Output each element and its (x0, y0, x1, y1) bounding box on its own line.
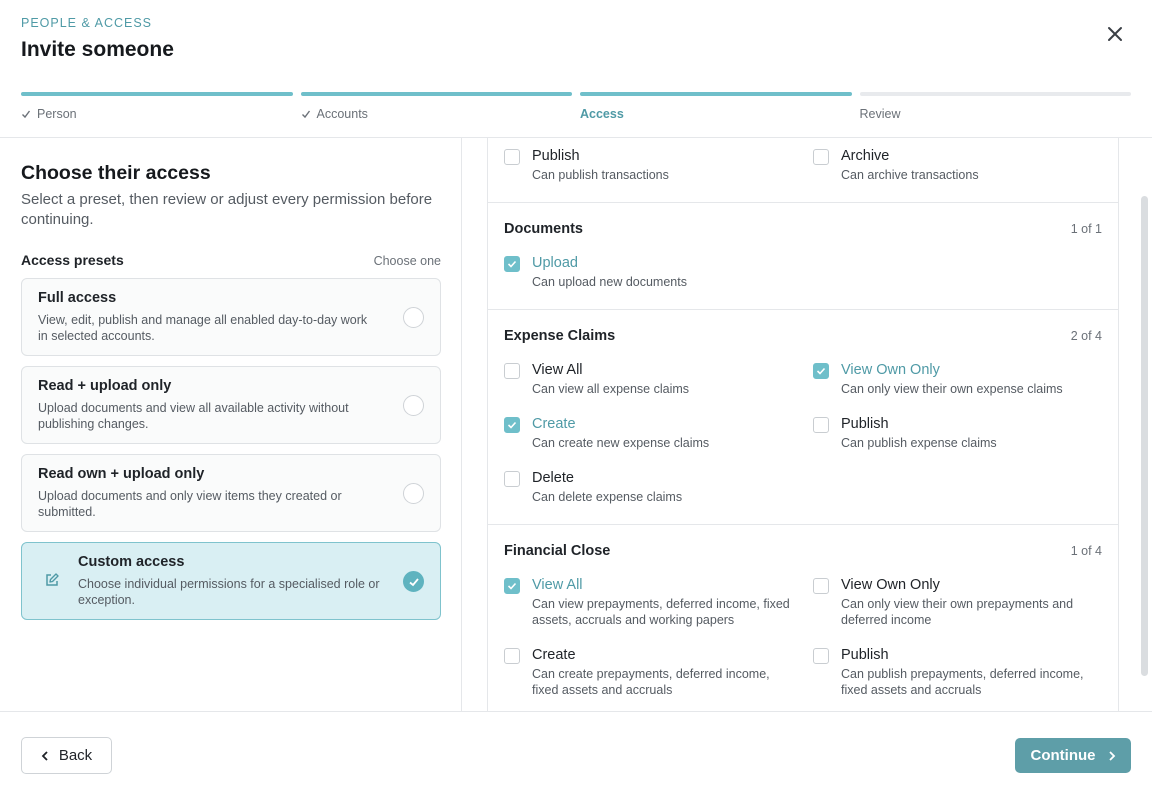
close-icon (1108, 27, 1122, 41)
panel-description: Select a preset, then review or adjust e… (21, 191, 433, 228)
edit-icon (46, 573, 59, 586)
section-count: 2 of 4 (1070, 329, 1102, 343)
check-icon (507, 260, 517, 268)
perm-publish-transactions[interactable]: Publish Can publish transactions (504, 146, 794, 183)
section-title: Expense Claims (504, 328, 616, 344)
preset-radio[interactable] (403, 483, 424, 504)
preset-read-upload[interactable]: Read + upload only Upload documents and … (21, 366, 441, 444)
step-access[interactable]: Access (580, 92, 852, 122)
checkbox[interactable] (813, 149, 829, 165)
checkbox[interactable] (813, 417, 829, 433)
checkbox[interactable] (504, 363, 520, 379)
step-bar (580, 92, 852, 96)
check-icon (816, 367, 826, 375)
preset-title: Read own + upload only (38, 466, 205, 482)
checkbox[interactable] (813, 578, 829, 594)
step-bar (859, 92, 1131, 96)
step-accounts[interactable]: Accounts (300, 92, 572, 122)
step-bar (21, 92, 293, 96)
perm-view-own-financial[interactable]: View Own Only Can only view their own pr… (813, 575, 1103, 628)
checkbox[interactable] (504, 648, 520, 664)
presets-hint: Choose one (373, 254, 441, 268)
section-expense-claims: Expense Claims 2 of 4 View All Can view … (488, 310, 1118, 525)
perm-view-all-expense[interactable]: View All Can view all expense claims (504, 360, 794, 397)
preset-title: Custom access (78, 554, 185, 570)
perm-view-own-expense[interactable]: View Own Only Can only view their own ex… (813, 360, 1103, 397)
step-person[interactable]: Person (21, 92, 293, 122)
back-label: Back (58, 747, 93, 764)
section-count: 1 of 4 (1070, 544, 1102, 558)
preset-description: View, edit, publish and manage all enabl… (38, 313, 368, 343)
chevron-right-icon (1108, 750, 1115, 761)
step-label: Access (580, 107, 624, 121)
preset-full-access[interactable]: Full access View, edit, publish and mana… (21, 278, 441, 356)
preset-description: Upload documents and only view items the… (38, 489, 342, 519)
checkbox[interactable] (504, 471, 520, 487)
preset-description: Upload documents and view all available … (38, 401, 349, 431)
perm-publish-expense[interactable]: Publish Can publish expense claims (813, 414, 1103, 451)
step-review[interactable]: Review (859, 92, 1131, 122)
perm-view-all-financial[interactable]: View All Can view prepayments, deferred … (504, 575, 794, 628)
dialog-title: Invite someone (21, 38, 174, 61)
step-label: Review (859, 107, 901, 121)
chevron-left-icon (41, 750, 48, 761)
check-icon (408, 577, 419, 586)
presets-heading: Access presets (21, 252, 124, 268)
perm-upload-documents[interactable]: Upload Can upload new documents (504, 253, 794, 290)
preset-custom-access[interactable]: Custom access Choose individual permissi… (21, 542, 441, 620)
eyebrow-label: PEOPLE & ACCESS (21, 16, 153, 30)
perm-create-expense[interactable]: Create Can create new expense claims (504, 414, 794, 451)
section-documents: Documents 1 of 1 Upload Can upload new d… (488, 203, 1118, 310)
check-icon (507, 421, 517, 429)
step-bar (300, 92, 572, 96)
checkbox-checked[interactable] (813, 363, 829, 379)
back-button[interactable]: Back (21, 737, 112, 774)
permissions-list: Publish Can publish transactions Archive… (487, 138, 1119, 711)
check-icon (507, 582, 517, 590)
access-presets-panel: Choose their access Select a preset, the… (0, 138, 462, 711)
preset-read-own-upload[interactable]: Read own + upload only Upload documents … (21, 454, 441, 532)
perm-delete-expense[interactable]: Delete Can delete expense claims (504, 468, 794, 505)
preset-title: Full access (38, 290, 117, 306)
step-label: Accounts (316, 107, 368, 121)
section-financial-close: Financial Close 1 of 4 View All Can view… (488, 525, 1118, 711)
panel-title: Choose their access (21, 162, 211, 184)
section-title: Financial Close (504, 543, 611, 559)
section-count: 1 of 1 (1070, 222, 1102, 236)
continue-button[interactable]: Continue (1015, 738, 1131, 773)
checkbox[interactable] (504, 149, 520, 165)
preset-radio[interactable] (403, 307, 424, 328)
permissions-panel: Publish Can publish transactions Archive… (462, 138, 1152, 711)
preset-title: Read + upload only (38, 378, 172, 394)
preset-radio-selected[interactable] (403, 571, 424, 592)
perm-publish-financial[interactable]: Publish Can publish prepayments, deferre… (813, 645, 1103, 698)
check-icon (22, 110, 31, 119)
dialog-footer: Back Continue (0, 711, 1152, 798)
scrollbar[interactable] (1141, 196, 1148, 676)
preset-description: Choose individual permissions for a spec… (78, 577, 380, 607)
dialog-header: PEOPLE & ACCESS Invite someone Person Ac… (0, 0, 1152, 138)
checkbox[interactable] (813, 648, 829, 664)
section-transactions: Publish Can publish transactions Archive… (488, 138, 1118, 203)
check-icon (301, 110, 310, 119)
section-title: Documents (504, 221, 583, 237)
checkbox-checked[interactable] (504, 256, 520, 272)
stepper: Person Accounts Access Review (21, 92, 1131, 122)
continue-label: Continue (1030, 747, 1096, 764)
checkbox-checked[interactable] (504, 417, 520, 433)
preset-radio[interactable] (403, 395, 424, 416)
perm-archive-transactions[interactable]: Archive Can archive transactions (813, 146, 1103, 183)
close-button[interactable] (1103, 22, 1127, 46)
step-label: Person (37, 107, 77, 121)
checkbox-checked[interactable] (504, 578, 520, 594)
perm-create-financial[interactable]: Create Can create prepayments, deferred … (504, 645, 794, 698)
